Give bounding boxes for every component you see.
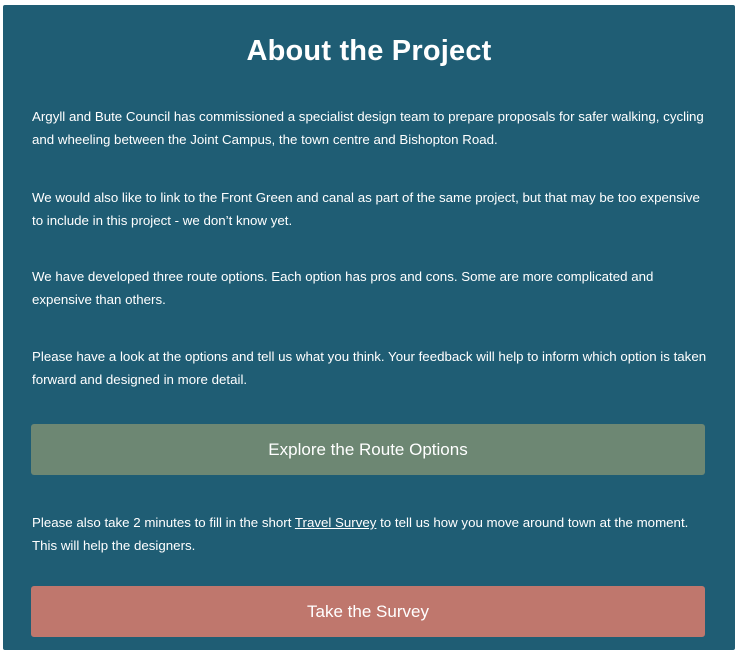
explore-route-options-button[interactable]: Explore the Route Options bbox=[31, 424, 705, 475]
route-options-paragraph: We have developed three route options. E… bbox=[32, 269, 654, 307]
take-survey-button[interactable]: Take the Survey bbox=[31, 586, 705, 637]
travel-survey-link[interactable]: Travel Survey bbox=[295, 515, 377, 530]
survey-text-before: Please also take 2 minutes to fill in th… bbox=[32, 515, 295, 530]
intro-paragraph: Argyll and Bute Council has commissioned… bbox=[32, 109, 704, 147]
section-title: About the Project bbox=[246, 35, 492, 67]
feedback-paragraph: Please have a look at the options and te… bbox=[32, 349, 707, 387]
front-green-paragraph: We would also like to link to the Front … bbox=[32, 190, 700, 228]
survey-paragraph: Please also take 2 minutes to fill in th… bbox=[32, 511, 712, 557]
about-project-panel: About the Project Argyll and Bute Counci… bbox=[3, 5, 735, 650]
